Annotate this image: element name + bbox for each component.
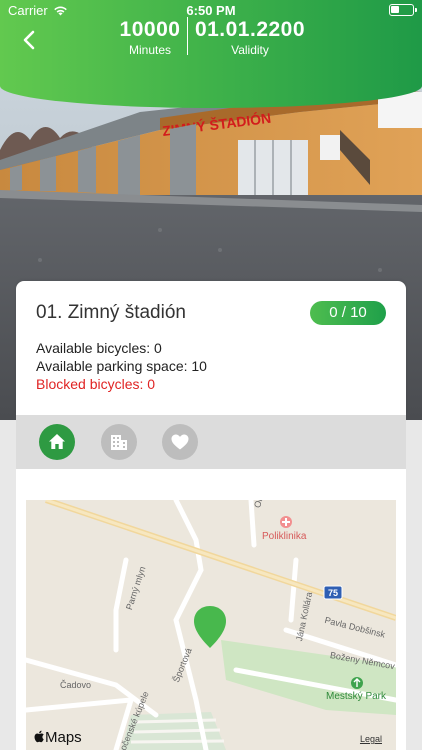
apple-icon: [34, 730, 44, 743]
validity-stat: 01.01.2200 Validity: [192, 18, 308, 57]
map-legal-link[interactable]: Legal: [360, 734, 382, 744]
map-panel: 75 Okružná Poliklinika Parný mlyn Jána K…: [16, 469, 406, 750]
occupancy-badge: 0 / 10: [310, 301, 386, 325]
station-map[interactable]: 75 Okružná Poliklinika Parný mlyn Jána K…: [26, 500, 396, 750]
minutes-value: 10000: [119, 18, 181, 41]
svg-text:75: 75: [328, 588, 338, 598]
home-icon: [49, 434, 65, 449]
station-pin[interactable]: [194, 606, 226, 648]
validity-value: 01.01.2200: [194, 18, 306, 41]
building-icon: [111, 435, 127, 450]
app-header: Carrier 6:50 PM 10000 Minutes 01.01.2200…: [0, 0, 422, 108]
tab-home[interactable]: [39, 424, 75, 460]
heart-icon: [171, 434, 189, 450]
available-bicycles: Available bicycles: 0: [36, 340, 162, 356]
minutes-stat: 10000 Minutes: [112, 18, 188, 57]
status-time: 6:50 PM: [186, 3, 236, 18]
station-tab-bar: [16, 415, 406, 469]
station-info-card: 01. Zimný štadión 0 / 10 Available bicyc…: [16, 281, 406, 415]
maps-logo: Maps: [34, 729, 82, 746]
maps-provider-label: Maps: [45, 729, 82, 746]
status-bar: Carrier 6:50 PM: [0, 3, 422, 19]
tab-favorites[interactable]: [162, 424, 198, 460]
tab-building[interactable]: [101, 424, 137, 460]
station-title: 01. Zimný štadión: [36, 302, 186, 323]
map-label-poliklinika: Poliklinika: [262, 531, 307, 542]
back-arrow-icon[interactable]: [18, 27, 40, 53]
map-label-cadovo: Čadovo: [60, 680, 92, 690]
map-label-mestsky-park: Mestský Park: [326, 691, 387, 702]
minutes-label: Minutes: [128, 43, 172, 57]
available-parking: Available parking space: 10: [36, 358, 207, 374]
validity-label: Validity: [231, 43, 269, 57]
battery-icon: [389, 4, 417, 16]
header-divider: [187, 17, 188, 55]
blocked-bicycles: Blocked bicycles: 0: [36, 376, 156, 392]
